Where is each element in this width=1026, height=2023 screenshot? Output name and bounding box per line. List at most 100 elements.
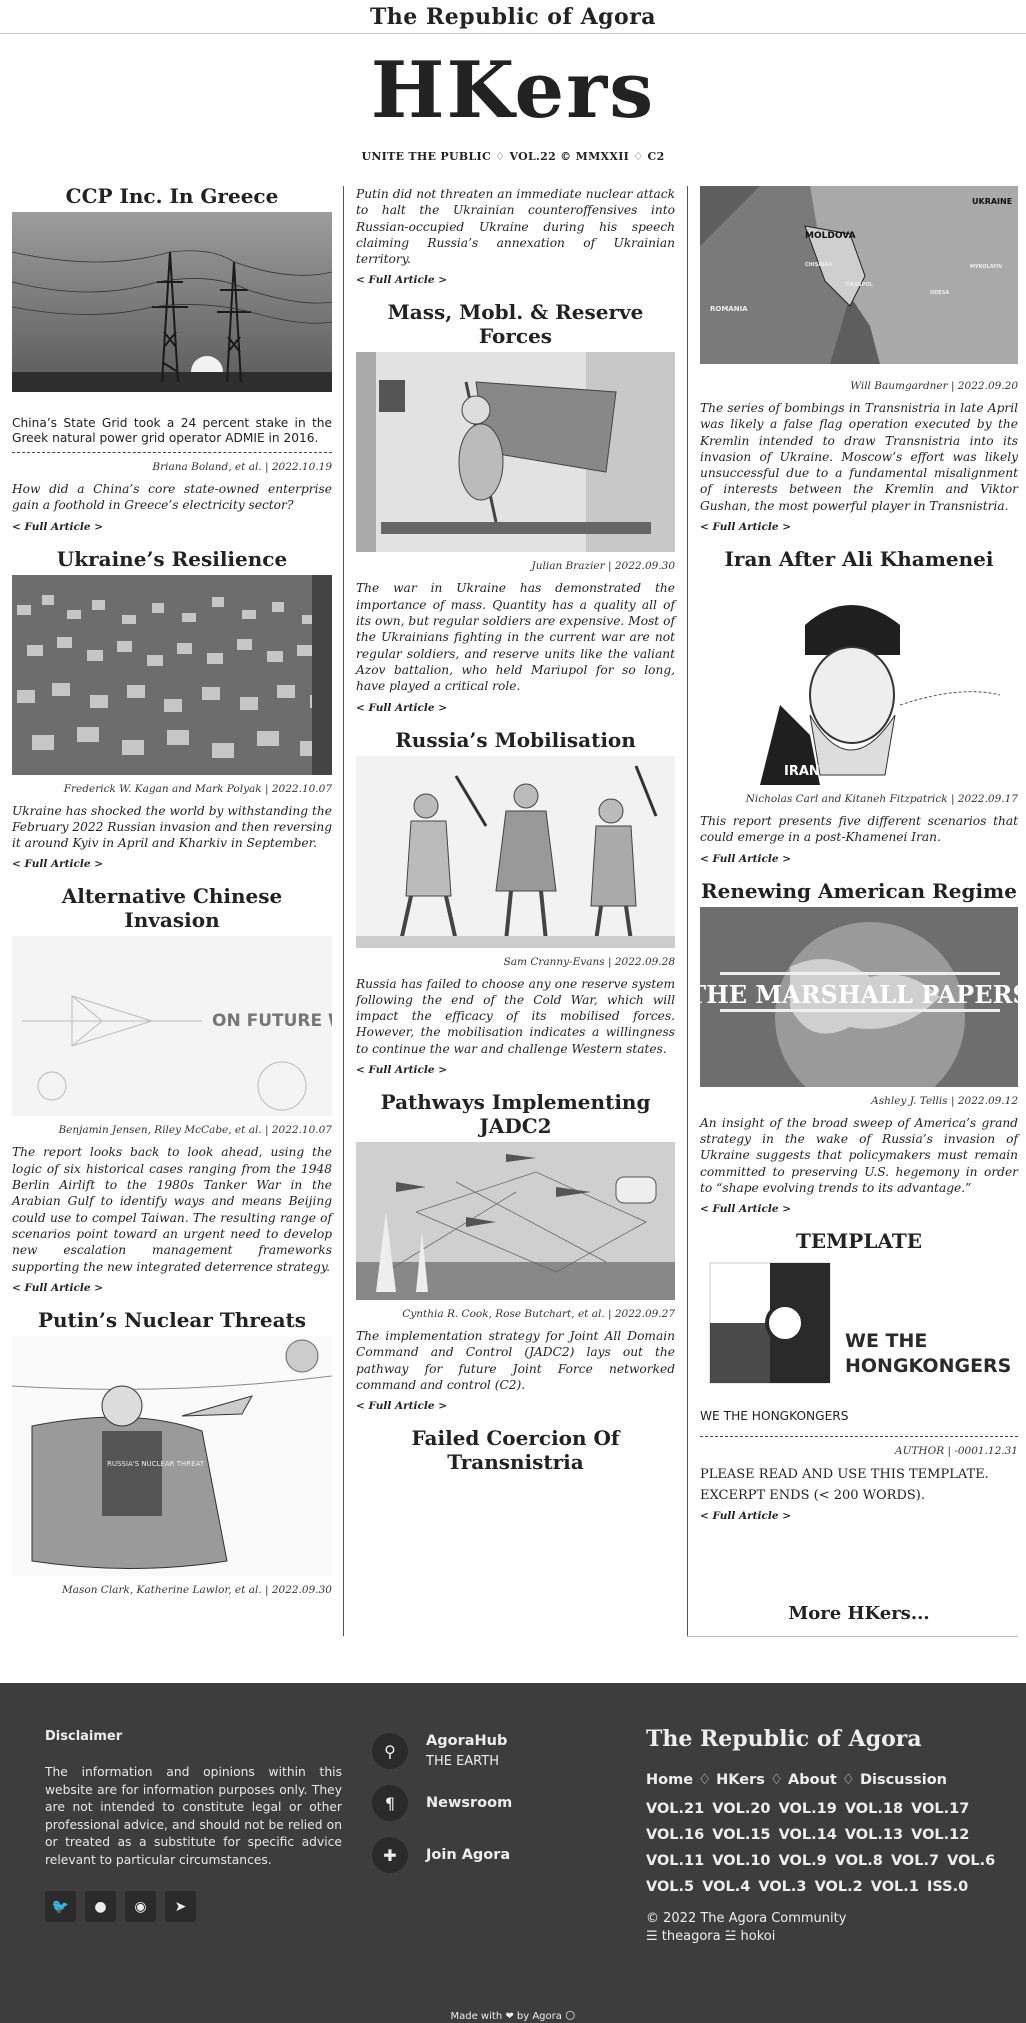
article-image[interactable]: UKRAINE MOLDOVA ROMANIA CHIȘINĂU TIRASPO… bbox=[700, 186, 1018, 364]
article-excerpt: The series of bombings in Transnistria i… bbox=[700, 401, 1018, 513]
volume-link[interactable]: VOL.13 bbox=[845, 1827, 911, 1843]
volume-link[interactable]: VOL.18 bbox=[845, 1801, 911, 1817]
image-caption-text: RUSSIA'S NUCLEAR THREAT bbox=[107, 1460, 205, 1468]
twitter-icon[interactable]: 🐦 bbox=[45, 1891, 76, 1922]
hkers-logo[interactable]: HKers bbox=[0, 46, 1026, 136]
full-article-link[interactable]: < Full Article > bbox=[12, 858, 332, 870]
article-image[interactable] bbox=[356, 755, 675, 948]
template-logo[interactable]: WE THE HONGKONGERS bbox=[700, 1259, 1018, 1409]
github-icon[interactable]: ● bbox=[85, 1891, 116, 1922]
article-image[interactable]: RUSSIA'S NUCLEAR THREAT bbox=[12, 1335, 332, 1576]
masthead: HKers bbox=[0, 46, 1026, 136]
full-article-link[interactable]: < Full Article > bbox=[356, 1400, 675, 1412]
article-excerpt: How did a China’s core state-owned enter… bbox=[12, 482, 332, 513]
full-article-link[interactable]: < Full Article > bbox=[12, 521, 332, 533]
volume-link[interactable]: VOL.8 bbox=[835, 1853, 891, 1869]
nav-discussion[interactable]: Discussion bbox=[860, 1772, 947, 1788]
nav-about[interactable]: About bbox=[788, 1772, 837, 1788]
disclaimer-text: The information and opinions within this… bbox=[45, 1765, 342, 1867]
logo-text: HONGKONGERS bbox=[845, 1355, 1011, 1377]
article-byline: Mason Clark, Katherine Lawlor, et al. | … bbox=[61, 1583, 332, 1596]
column-divider bbox=[343, 186, 344, 1636]
reddit-icon[interactable]: ◉ bbox=[125, 1891, 156, 1922]
footer-brand[interactable]: The Republic of Agora bbox=[646, 1726, 1006, 1752]
article-title[interactable]: Iran After Ali Khamenei bbox=[700, 547, 1018, 571]
article-card: Putin’s Nuclear Threats RUSSIA'S NUCLEAR… bbox=[12, 1308, 332, 1596]
top-bar: The Republic of Agora bbox=[0, 0, 1026, 34]
volume-links: VOL.21 VOL.20 VOL.19 VOL.18 VOL.17 VOL.1… bbox=[646, 1796, 1006, 1900]
article-image[interactable] bbox=[12, 212, 332, 392]
volume-link[interactable]: VOL.2 bbox=[815, 1879, 871, 1895]
volume-link[interactable]: VOL.1 bbox=[871, 1879, 927, 1895]
nav-home[interactable]: Home bbox=[646, 1772, 693, 1788]
article-image[interactable] bbox=[356, 1142, 675, 1301]
full-article-link[interactable]: < Full Article > bbox=[700, 853, 1018, 865]
article-card: Iran After Ali Khamenei IRAN Nicholas Ca… bbox=[700, 547, 1018, 865]
agorahub-link[interactable]: ⚲ AgoraHub THE EARTH bbox=[372, 1731, 512, 1771]
article-title[interactable]: Failed Coercion Of Transnistria bbox=[356, 1426, 675, 1474]
volume-link[interactable]: VOL.6 bbox=[947, 1853, 995, 1869]
full-article-link[interactable]: < Full Article > bbox=[12, 1282, 332, 1294]
agorahub-title: AgoraHub bbox=[426, 1733, 508, 1749]
article-excerpt: PLEASE READ AND USE THIS TEMPLATE. bbox=[700, 1467, 989, 1483]
volume-link[interactable]: VOL.7 bbox=[891, 1853, 947, 1869]
article-card: Putin did not threaten an immediate nucl… bbox=[356, 186, 675, 286]
article-image[interactable]: IRAN bbox=[700, 575, 1018, 786]
article-image[interactable] bbox=[356, 352, 675, 553]
article-byline: Frederick W. Kagan and Mark Polyak | 202… bbox=[63, 782, 332, 795]
article-title[interactable]: Russia’s Mobilisation bbox=[356, 728, 675, 752]
volume-link[interactable]: VOL.21 bbox=[646, 1801, 712, 1817]
article-title[interactable]: Pathways Implementing JADC2 bbox=[356, 1090, 675, 1138]
volume-link[interactable]: VOL.19 bbox=[779, 1801, 845, 1817]
full-article-link[interactable]: < Full Article > bbox=[700, 521, 1018, 533]
volume-link[interactable]: VOL.4 bbox=[702, 1879, 758, 1895]
full-article-link[interactable]: < Full Article > bbox=[700, 1203, 1018, 1215]
article-title[interactable]: TEMPLATE bbox=[700, 1229, 1018, 1253]
article-title[interactable]: Putin’s Nuclear Threats bbox=[12, 1308, 332, 1332]
volume-link[interactable]: VOL.10 bbox=[712, 1853, 778, 1869]
volume-link[interactable]: VOL.17 bbox=[911, 1801, 969, 1817]
logo-text: WE THE bbox=[845, 1330, 927, 1352]
agorahub-subtitle: THE EARTH bbox=[426, 1754, 499, 1769]
community-links[interactable]: ☰ theagora ☱ hokoi bbox=[646, 1928, 1006, 1946]
article-title[interactable]: Renewing American Regime bbox=[700, 879, 1018, 903]
full-article-link[interactable]: < Full Article > bbox=[356, 702, 675, 714]
article-card: Alternative Chinese Invasion ON FUTURE W… bbox=[12, 884, 332, 1294]
join-agora-link[interactable]: ✚ Join Agora bbox=[372, 1835, 512, 1875]
site-brand-link[interactable]: The Republic of Agora bbox=[370, 4, 656, 30]
volume-link[interactable]: VOL.11 bbox=[646, 1853, 712, 1869]
article-card: Failed Coercion Of Transnistria bbox=[356, 1426, 675, 1474]
telegram-icon[interactable]: ➤ bbox=[165, 1891, 196, 1922]
map-label: MOLDOVA bbox=[805, 231, 856, 241]
article-card: Russia’s Mobilisation Sam Cranny-Evans |… bbox=[356, 728, 675, 1076]
full-article-link[interactable]: < Full Article > bbox=[700, 1510, 1018, 1522]
footer: Disclaimer The information and opinions … bbox=[0, 1683, 1026, 2023]
volume-link[interactable]: VOL.12 bbox=[911, 1827, 969, 1843]
image-caption-text: IRAN bbox=[784, 764, 820, 779]
footer-nav: The Republic of Agora Home ♢ HKers ♢ Abo… bbox=[646, 1726, 1006, 1946]
article-byline: Benjamin Jensen, Riley McCabe, et al. | … bbox=[58, 1124, 332, 1137]
full-article-link[interactable]: < Full Article > bbox=[356, 274, 675, 286]
volume-link[interactable]: VOL.5 bbox=[646, 1879, 702, 1895]
nav-hkers[interactable]: HKers bbox=[716, 1772, 765, 1788]
newsroom-link[interactable]: ¶ Newsroom bbox=[372, 1783, 512, 1823]
volume-link[interactable]: VOL.14 bbox=[779, 1827, 845, 1843]
volume-link[interactable]: VOL.20 bbox=[712, 1801, 778, 1817]
article-card: TEMPLATE WE THE HONGKONGERS WE THE HONGK… bbox=[700, 1229, 1018, 1522]
volume-link[interactable]: VOL.15 bbox=[712, 1827, 778, 1843]
volume-link[interactable]: VOL.3 bbox=[758, 1879, 814, 1895]
article-byline: Sam Cranny-Evans | 2022.09.28 bbox=[503, 955, 675, 968]
volume-link[interactable]: VOL.16 bbox=[646, 1827, 712, 1843]
article-image[interactable]: THE MARSHALL PAPERS bbox=[700, 906, 1018, 1087]
full-article-link[interactable]: < Full Article > bbox=[356, 1064, 675, 1076]
article-title[interactable]: CCP Inc. In Greece bbox=[12, 184, 332, 208]
article-image[interactable]: ON FUTURE WAR bbox=[12, 936, 332, 1117]
image-caption-text: THE MARSHALL PAPERS bbox=[700, 980, 1018, 1009]
article-title[interactable]: Alternative Chinese Invasion bbox=[12, 884, 332, 932]
article-title[interactable]: Mass, Mobl. & Reserve Forces bbox=[356, 300, 675, 348]
article-image[interactable] bbox=[12, 574, 332, 775]
volume-link[interactable]: ISS.0 bbox=[927, 1879, 968, 1895]
volume-link[interactable]: VOL.9 bbox=[779, 1853, 835, 1869]
article-title[interactable]: Ukraine’s Resilience bbox=[12, 547, 332, 571]
more-hkers-link[interactable]: More HKers... bbox=[700, 1603, 1018, 1624]
